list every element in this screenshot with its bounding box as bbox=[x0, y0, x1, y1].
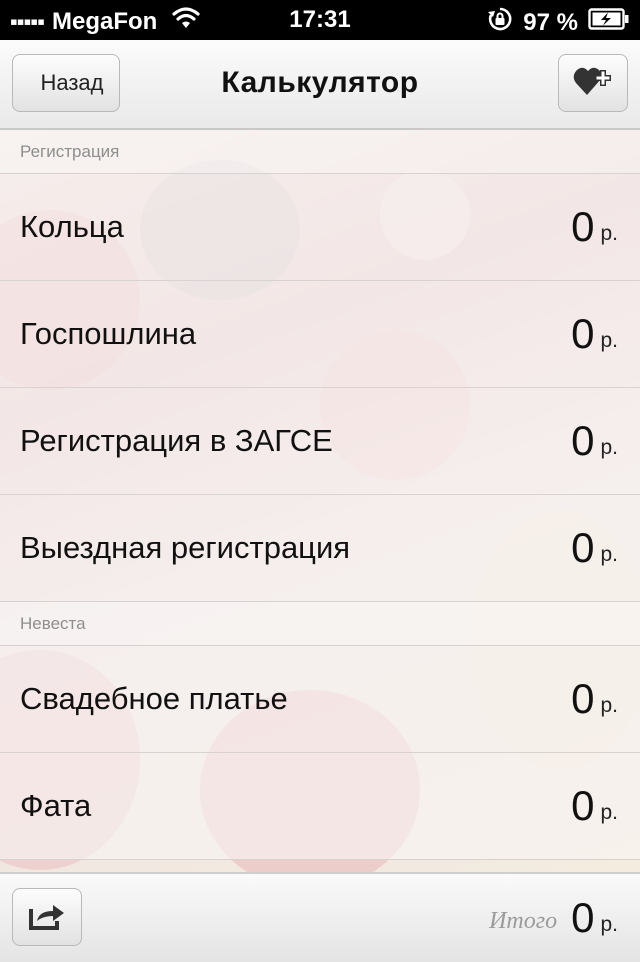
back-button[interactable]: Назад bbox=[12, 54, 120, 112]
row-value: 0 р. bbox=[571, 281, 618, 387]
total-amount: 0 bbox=[571, 894, 595, 941]
row-currency: р. bbox=[600, 801, 618, 824]
row-label: Выездная регистрация bbox=[20, 530, 351, 565]
battery-percent: 97 % bbox=[523, 8, 578, 36]
status-right: 97 % bbox=[487, 6, 630, 39]
row-amount: 0 bbox=[571, 782, 595, 829]
status-bar: ▪▪▪▪▪ MegaFon 17:31 97 % bbox=[0, 0, 640, 40]
total-label: Итого bbox=[489, 907, 558, 934]
row-value: 0 р. bbox=[571, 753, 618, 859]
section-header-registration: Регистрация bbox=[0, 130, 640, 174]
row-label: Свадебное платье bbox=[20, 681, 288, 716]
total-summary: Итого 0 р. bbox=[489, 888, 618, 948]
row-amount: 0 bbox=[571, 203, 595, 250]
row-amount: 0 bbox=[571, 417, 595, 464]
add-favorite-button[interactable] bbox=[558, 54, 628, 112]
page-title: Калькулятор bbox=[221, 66, 419, 99]
section-header-bride: Невеста bbox=[0, 602, 640, 646]
list-item-rings[interactable]: Кольца 0 р. bbox=[0, 174, 640, 281]
row-currency: р. bbox=[600, 222, 618, 245]
battery-charging-icon bbox=[588, 8, 630, 37]
share-icon bbox=[27, 899, 67, 936]
row-currency: р. bbox=[600, 436, 618, 459]
heart-plus-icon bbox=[573, 65, 613, 102]
row-amount: 0 bbox=[571, 524, 595, 571]
row-amount: 0 bbox=[571, 310, 595, 357]
total-currency: р. bbox=[600, 913, 618, 936]
bottom-toolbar: Итого 0 р. bbox=[0, 872, 640, 962]
row-currency: р. bbox=[600, 329, 618, 352]
rotation-lock-icon bbox=[487, 6, 513, 39]
row-value: 0 р. bbox=[571, 388, 618, 494]
row-value: 0 р. bbox=[571, 646, 618, 752]
row-currency: р. bbox=[600, 694, 618, 717]
row-amount: 0 bbox=[571, 675, 595, 722]
row-value: 0 р. bbox=[571, 174, 618, 280]
list-item-zags-registration[interactable]: Регистрация в ЗАГСЕ 0 р. bbox=[0, 388, 640, 495]
share-button[interactable] bbox=[12, 888, 82, 946]
row-value: 0 р. bbox=[571, 495, 618, 601]
list-item-veil[interactable]: Фата 0 р. bbox=[0, 753, 640, 860]
calculator-list: Регистрация Кольца 0 р. Госпошлина 0 р. … bbox=[0, 130, 640, 860]
list-item-wedding-dress[interactable]: Свадебное платье 0 р. bbox=[0, 646, 640, 753]
row-label: Госпошлина bbox=[20, 316, 197, 351]
row-currency: р. bbox=[600, 543, 618, 566]
list-item-state-fee[interactable]: Госпошлина 0 р. bbox=[0, 281, 640, 388]
row-label: Фата bbox=[20, 788, 92, 823]
back-button-label: Назад bbox=[40, 70, 104, 95]
navigation-bar: Назад Калькулятор bbox=[0, 40, 640, 130]
row-label: Кольца bbox=[20, 209, 124, 244]
row-label: Регистрация в ЗАГСЕ bbox=[20, 423, 333, 458]
list-item-onsite-registration[interactable]: Выездная регистрация 0 р. bbox=[0, 495, 640, 602]
